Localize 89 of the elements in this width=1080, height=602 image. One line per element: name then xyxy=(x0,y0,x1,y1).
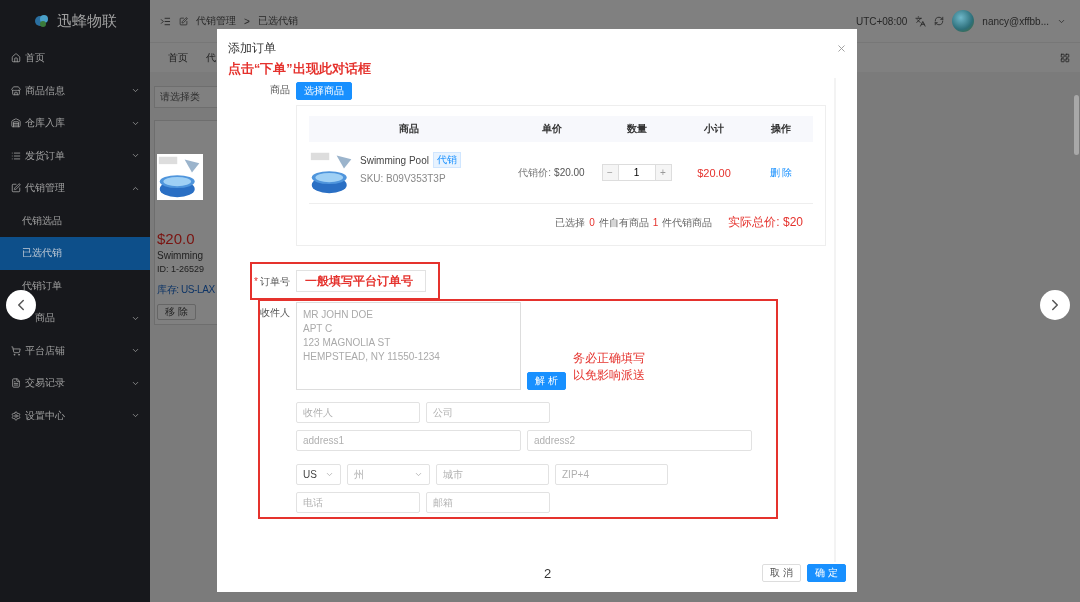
sidebar-subitem[interactable]: 代销订单 xyxy=(0,269,150,302)
timezone-label: UTC+08:00 xyxy=(855,15,908,27)
document-icon xyxy=(11,378,21,389)
choose-product-button[interactable]: 选择商品 xyxy=(296,82,352,100)
quantity-value: 1 xyxy=(617,165,656,180)
cart-icon xyxy=(11,345,21,356)
column-header: 数量 xyxy=(594,116,679,142)
card-stock: 库存: US-LAX xyxy=(157,283,216,297)
sidebar-subitem[interactable]: 已选代销 xyxy=(0,237,150,270)
input-field[interactable]: 公司 xyxy=(426,402,550,423)
list-icon xyxy=(11,150,21,161)
breadcrumb-item[interactable]: 代销管理 xyxy=(196,14,236,28)
summary-text: 件自有商品 xyxy=(598,215,649,230)
edit-icon xyxy=(11,183,21,194)
avatar[interactable] xyxy=(952,10,975,32)
select-field[interactable]: US xyxy=(296,464,341,485)
sidebar-item[interactable]: 仓库入库 xyxy=(0,107,150,140)
breadcrumb-separator: > xyxy=(244,15,250,27)
count-number: 0 xyxy=(589,217,595,228)
product-sku: SKU: B09V353T3P xyxy=(360,173,447,184)
brand-name: 迅蜂物联 xyxy=(57,11,117,31)
collapse-menu-icon[interactable] xyxy=(160,15,171,27)
input-field[interactable]: 收件人 xyxy=(296,402,420,423)
unit-price: $20.00 xyxy=(554,167,585,178)
quantity-stepper[interactable]: − 1 + xyxy=(601,164,672,181)
page-tab[interactable]: 代 xyxy=(206,50,216,65)
input-field[interactable]: address1 xyxy=(296,430,521,451)
grid-icon[interactable] xyxy=(1060,52,1070,63)
gear-icon xyxy=(11,410,21,421)
column-header: 单价 xyxy=(509,116,594,142)
consign-tag: 代销 xyxy=(432,152,461,168)
close-icon[interactable] xyxy=(836,43,847,54)
breadcrumb-item: 已选代销 xyxy=(257,14,298,28)
annotation-text: 务必正确填写 以免影响派送 xyxy=(573,350,645,384)
column-header: 小计 xyxy=(679,116,749,142)
field-label: 收件人 xyxy=(259,306,290,320)
sidebar-item[interactable]: 商品 xyxy=(0,302,150,335)
annotation-text: 点击“下单”出现此对话框 xyxy=(228,61,371,78)
input-field[interactable]: 电话 xyxy=(296,492,420,513)
confirm-button[interactable]: 确 定 xyxy=(807,564,846,582)
chevron-down-icon xyxy=(414,470,423,479)
subtotal: $20.00 xyxy=(697,166,731,179)
home-icon xyxy=(11,53,21,64)
chevron-down-icon xyxy=(325,470,334,479)
cancel-button[interactable]: 取 消 xyxy=(762,564,802,582)
edit-icon xyxy=(179,16,188,26)
refresh-icon[interactable] xyxy=(934,16,945,26)
sidebar-item[interactable]: 交易记录 xyxy=(0,367,150,400)
delete-link[interactable]: 删 除 xyxy=(769,165,793,180)
next-button[interactable] xyxy=(1040,290,1070,320)
parse-button[interactable]: 解 析 xyxy=(527,372,566,390)
card-title: Swimming xyxy=(157,250,205,261)
select-field[interactable]: 州 xyxy=(347,464,430,485)
page-tab[interactable]: 首页 xyxy=(168,50,188,65)
sidebar-item[interactable]: 发货订单 xyxy=(0,139,150,172)
order-number-field[interactable]: 一般填写平台订单号 xyxy=(296,270,426,292)
total-price: 实际总价: $20 xyxy=(728,214,803,231)
card-id: ID: 1-26529 xyxy=(157,264,206,274)
sidebar-item[interactable]: 首页 xyxy=(0,42,150,75)
dialog-title: 添加订单 xyxy=(228,40,276,57)
card-price: $20.0 xyxy=(157,230,196,247)
store-icon xyxy=(11,85,21,96)
column-header: 操作 xyxy=(749,116,813,142)
page-number: 2 xyxy=(544,565,552,581)
sidebar-item[interactable]: 代销管理 xyxy=(0,172,150,205)
input-field[interactable]: 邮箱 xyxy=(426,492,550,513)
column-header: 商品 xyxy=(309,116,509,142)
input-field[interactable]: 城市 xyxy=(436,464,549,485)
address-textarea[interactable]: MR JOHN DOE APT C 123 MAGNOLIA ST HEMPSTEAD, NY 11550-1234 xyxy=(296,302,521,390)
summary-text: 已选择 xyxy=(555,215,586,230)
product-name: Swimming Pool xyxy=(360,154,429,166)
remove-button[interactable]: 移 除 xyxy=(157,304,196,320)
house-icon xyxy=(11,118,21,129)
count-number: 1 xyxy=(652,217,659,228)
sidebar-subitem[interactable]: 代销选品 xyxy=(0,204,150,237)
user-name[interactable]: nancy@xffbb... xyxy=(982,15,1049,27)
scrollbar-thumb[interactable] xyxy=(1074,95,1079,155)
input-field[interactable]: ZIP+4 xyxy=(555,464,668,485)
input-field[interactable]: address2 xyxy=(527,430,752,451)
field-label: * 订单号 xyxy=(253,275,290,289)
decrement-button[interactable]: − xyxy=(602,165,618,180)
sidebar-item[interactable]: 商品信息 xyxy=(0,74,150,107)
sidebar-item[interactable]: 平台店铺 xyxy=(0,334,150,367)
sidebar-item[interactable]: 设置中心 xyxy=(0,399,150,432)
summary-text: 件代销商品 xyxy=(662,215,713,230)
translate-icon[interactable] xyxy=(915,15,927,27)
logo-icon xyxy=(33,12,51,30)
field-label: 商品 xyxy=(269,83,290,97)
price-label: 代销价: xyxy=(518,165,552,180)
